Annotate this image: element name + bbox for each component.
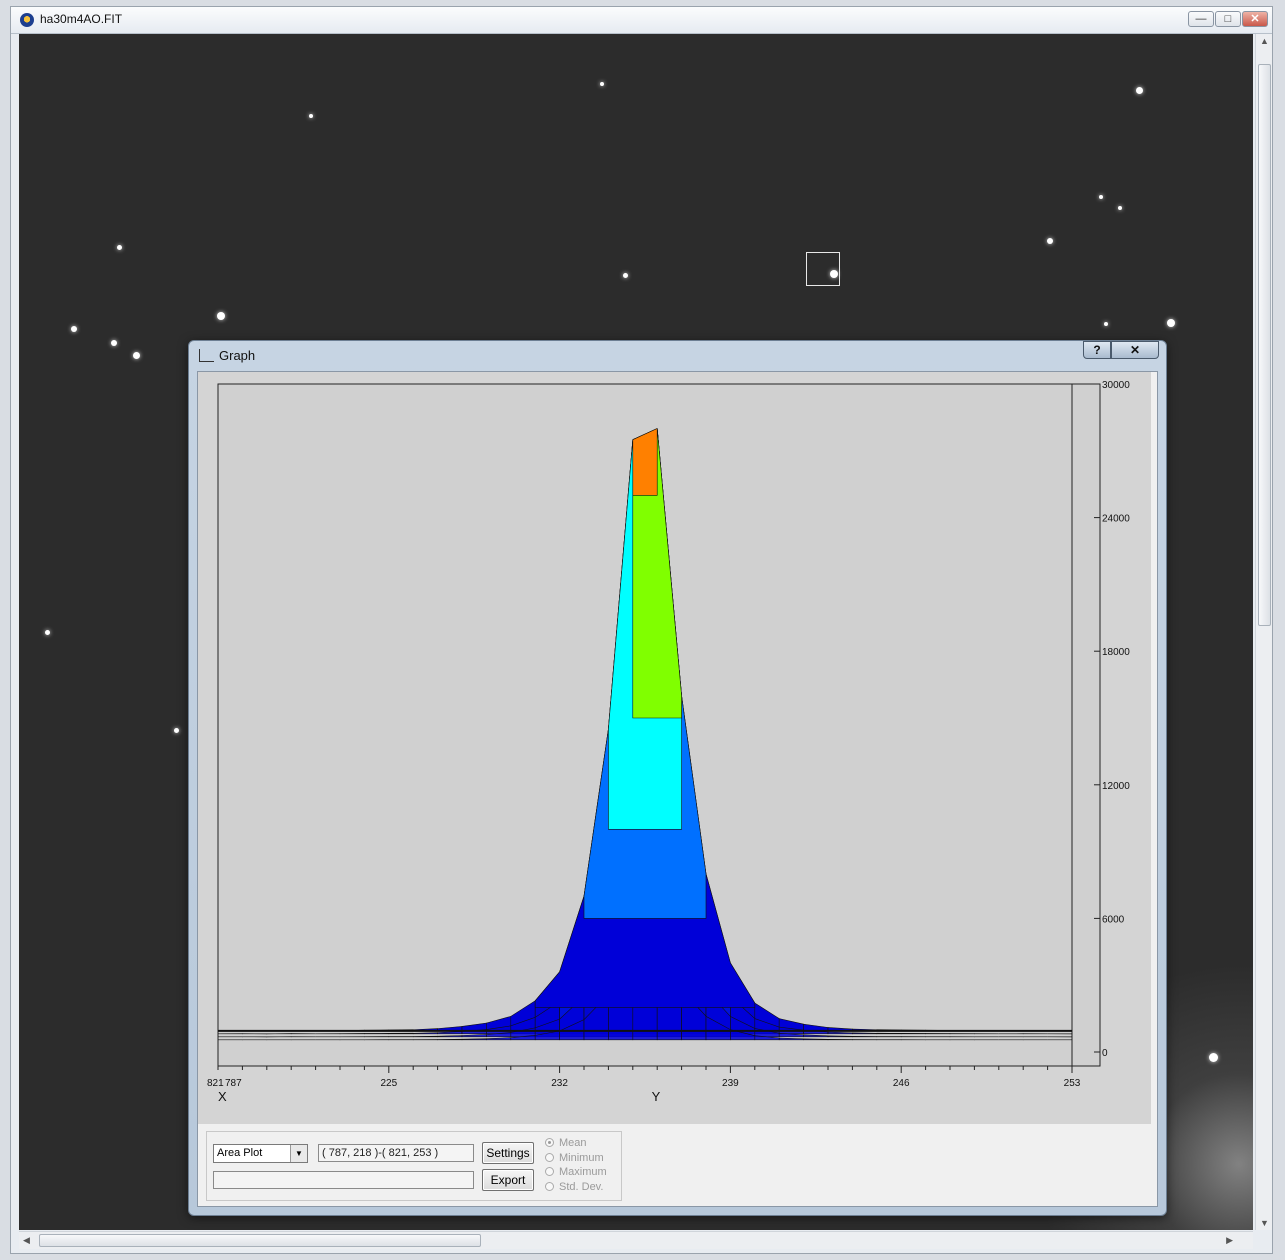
area-segment — [876, 1032, 902, 1035]
export-button[interactable]: Export — [482, 1169, 534, 1191]
area-segment — [827, 1039, 853, 1041]
area-segment — [852, 1032, 878, 1035]
image-window-titlebar[interactable]: ha30m4AO.FIT — □ ✕ — [11, 7, 1272, 34]
graph-close-button[interactable]: ✕ — [1111, 341, 1159, 359]
y-axis-label: Y — [652, 1089, 661, 1104]
horizontal-scrollbar[interactable]: ◀ ▶ — [19, 1231, 1253, 1249]
area-segment — [852, 1036, 878, 1038]
radio-std-dev[interactable]: Std. Dev. — [545, 1181, 603, 1193]
x-tick-label: 821 — [207, 1078, 224, 1089]
star — [45, 630, 50, 635]
radio-icon — [545, 1182, 554, 1191]
scroll-left-icon[interactable]: ◀ — [23, 1235, 30, 1246]
graph-dialog: Graph ? ✕ 0 6000 12000 18000 24000 30000 225 2… — [188, 340, 1167, 1216]
close-icon[interactable]: ✕ — [1242, 11, 1268, 27]
plot-type-select[interactable]: Area Plot ▼ — [213, 1144, 308, 1163]
star — [1209, 1053, 1218, 1062]
star — [71, 326, 77, 332]
area-segment — [461, 1038, 487, 1041]
maximize-icon[interactable]: □ — [1215, 11, 1241, 27]
z-tick-label: 24000 — [1102, 514, 1130, 525]
radio-label: Std. Dev. — [559, 1181, 604, 1193]
radio-label: Minimum — [559, 1152, 604, 1164]
graph-client: 0 6000 12000 18000 24000 30000 225 232 239 246 25… — [197, 371, 1158, 1207]
status-field[interactable] — [213, 1171, 474, 1189]
star — [217, 312, 225, 320]
radio-label: Mean — [559, 1137, 587, 1149]
star — [174, 728, 179, 733]
star — [1047, 238, 1053, 244]
z-tick-label: 18000 — [1102, 647, 1130, 658]
star — [1136, 87, 1143, 94]
plot-panel: 0 6000 12000 18000 24000 30000 225 232 239 246 25… — [198, 372, 1151, 1124]
settings-button[interactable]: Settings — [482, 1142, 534, 1164]
radio-icon — [545, 1153, 554, 1162]
z-tick-label: 0 — [1102, 1048, 1108, 1059]
z-tick-label: 12000 — [1102, 781, 1130, 792]
plot-type-value: Area Plot — [217, 1147, 263, 1159]
radio-maximum[interactable]: Maximum — [545, 1166, 607, 1178]
app-icon — [20, 13, 34, 27]
graph-icon — [199, 349, 214, 362]
star — [1099, 195, 1103, 199]
scroll-down-icon[interactable]: ▼ — [1260, 1218, 1269, 1228]
star — [600, 82, 604, 86]
area-segment — [412, 1035, 438, 1038]
star — [111, 340, 117, 346]
horizontal-scroll-thumb[interactable] — [39, 1234, 481, 1247]
area-segment — [827, 1035, 853, 1038]
help-button[interactable]: ? — [1083, 341, 1111, 359]
star — [133, 352, 140, 359]
selection-box[interactable] — [806, 252, 840, 286]
chevron-down-icon[interactable]: ▼ — [290, 1145, 307, 1162]
star — [1118, 206, 1122, 210]
region-field[interactable]: ( 787, 218 )-( 821, 253 ) — [318, 1144, 474, 1162]
area-segment — [803, 1038, 829, 1041]
z-tick-label: 30000 — [1102, 380, 1130, 391]
area-band — [632, 428, 658, 496]
vertical-scrollbar[interactable]: ▲ ▼ — [1255, 34, 1272, 1230]
y-tick-label: 253 — [1064, 1078, 1081, 1089]
radio-label: Maximum — [559, 1166, 607, 1178]
star — [1167, 319, 1175, 327]
x-axis-label: X — [218, 1089, 227, 1104]
y-tick-label: 225 — [380, 1078, 397, 1089]
graph-title: Graph — [219, 348, 256, 363]
window-title: ha30m4AO.FIT — [40, 12, 123, 26]
z-tick-label: 6000 — [1102, 914, 1125, 925]
scroll-right-icon[interactable]: ▶ — [1226, 1235, 1233, 1246]
scroll-up-icon[interactable]: ▲ — [1260, 36, 1269, 46]
y-tick-label: 232 — [551, 1078, 568, 1089]
star — [1104, 322, 1108, 326]
area-segment — [388, 1032, 414, 1035]
radio-minimum[interactable]: Minimum — [545, 1152, 604, 1164]
star — [117, 245, 122, 250]
star — [623, 273, 628, 278]
minimize-icon[interactable]: — — [1188, 11, 1214, 27]
x-tick-label: 787 — [225, 1078, 242, 1089]
z-axis-frame — [1071, 383, 1101, 1067]
area-plot-chart: 0 6000 12000 18000 24000 30000 225 232 239 246 25… — [207, 380, 1130, 1104]
radio-selected-icon — [545, 1138, 554, 1147]
area-segment — [437, 1038, 463, 1041]
vertical-scroll-thumb[interactable] — [1258, 64, 1271, 626]
y-tick-label: 246 — [893, 1078, 910, 1089]
radio-icon — [545, 1167, 554, 1176]
y-tick-label: 239 — [722, 1078, 739, 1089]
star — [309, 114, 313, 118]
radio-mean[interactable]: Mean — [545, 1137, 587, 1149]
graph-controls: Area Plot ▼ ( 787, 218 )-( 821, 253 ) Se… — [206, 1131, 622, 1201]
